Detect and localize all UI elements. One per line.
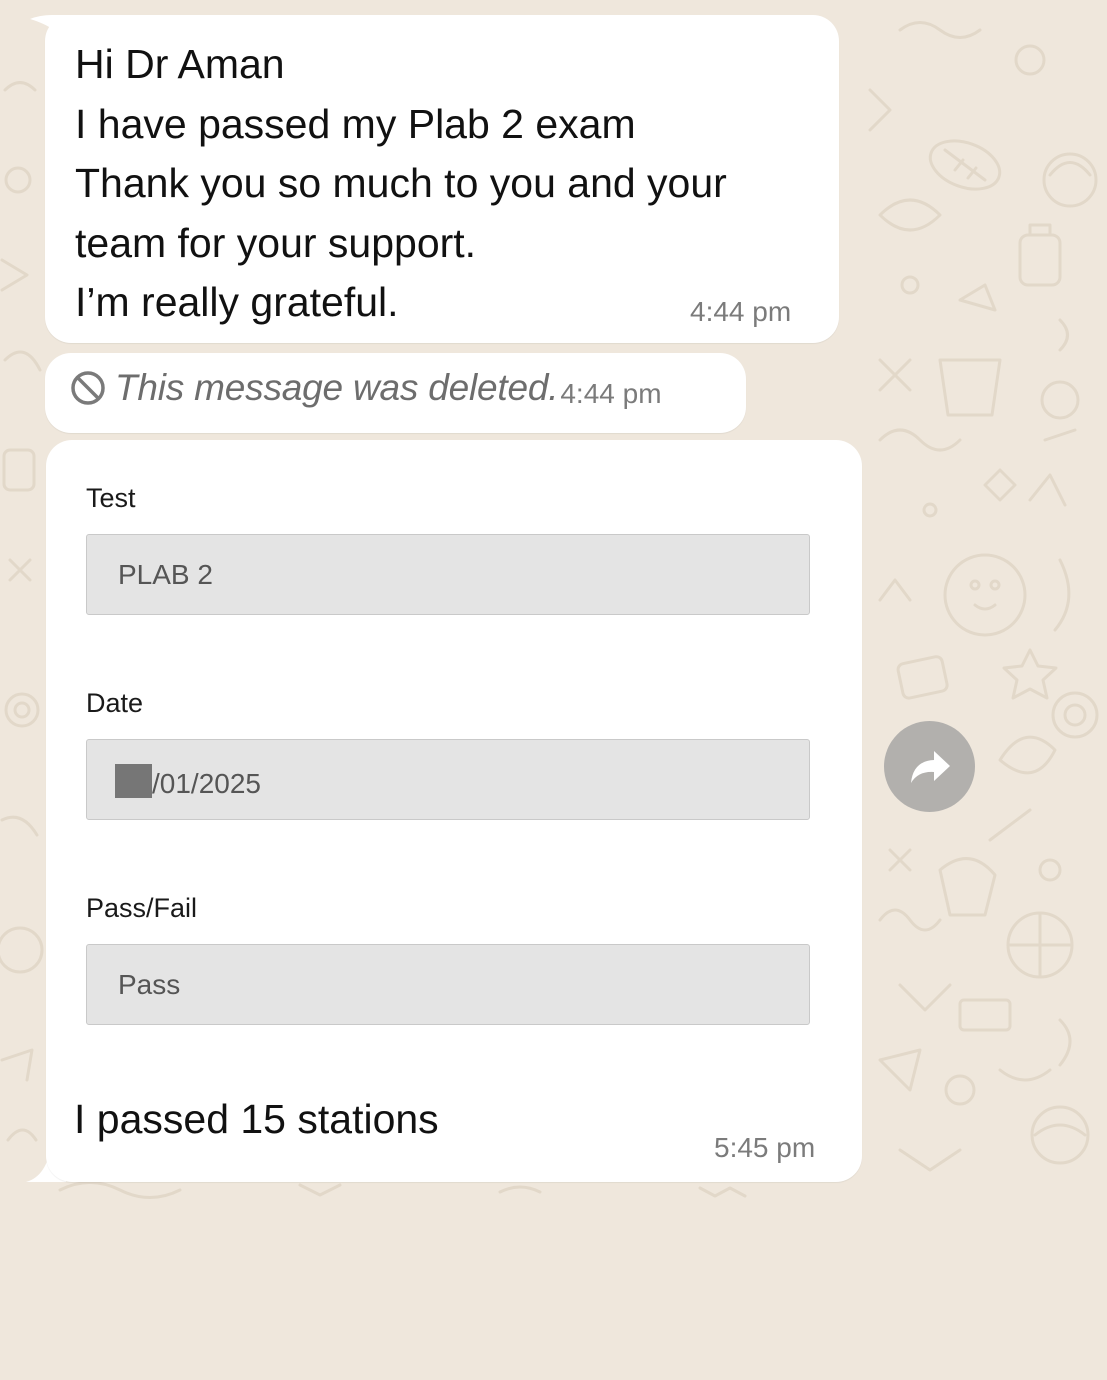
image-message-bubble[interactable]: Test PLAB 2 Date /01/2025 Pass/Fail Pass…: [46, 440, 862, 1182]
forward-arrow-icon: [910, 750, 950, 783]
image-caption: I passed 15 stations: [74, 1096, 439, 1142]
pass-fail-field: Pass: [86, 944, 810, 1025]
deleted-message-text: This message was deleted.: [115, 367, 559, 408]
prohibited-icon: [71, 371, 105, 405]
redaction-block: [115, 764, 152, 798]
test-field: PLAB 2: [86, 534, 810, 615]
result-form-image[interactable]: Test PLAB 2 Date /01/2025 Pass/Fail Pass: [46, 440, 862, 1380]
test-value: PLAB 2: [118, 559, 213, 590]
forward-button[interactable]: [884, 721, 975, 812]
message-bubble-greeting[interactable]: Hi Dr Aman I have passed my Plab 2 exam …: [45, 15, 839, 343]
message-timestamp: 4:44 pm: [690, 296, 792, 327]
message-timestamp: 4:44 pm: [560, 378, 662, 409]
message-timestamp: 5:45 pm: [714, 1132, 816, 1163]
date-field: /01/2025: [86, 739, 810, 820]
pass-fail-value: Pass: [118, 969, 181, 1000]
deleted-message-row: This message was deleted. 4:44 pm: [69, 367, 662, 409]
pass-fail-label: Pass/Fail: [86, 893, 198, 923]
deleted-message-bubble[interactable]: This message was deleted. 4:44 pm: [45, 353, 746, 433]
message-text: Hi Dr Aman I have passed my Plab 2 exam …: [75, 41, 727, 325]
date-label: Date: [86, 688, 144, 718]
test-label: Test: [86, 483, 136, 513]
date-value: /01/2025: [115, 764, 261, 800]
